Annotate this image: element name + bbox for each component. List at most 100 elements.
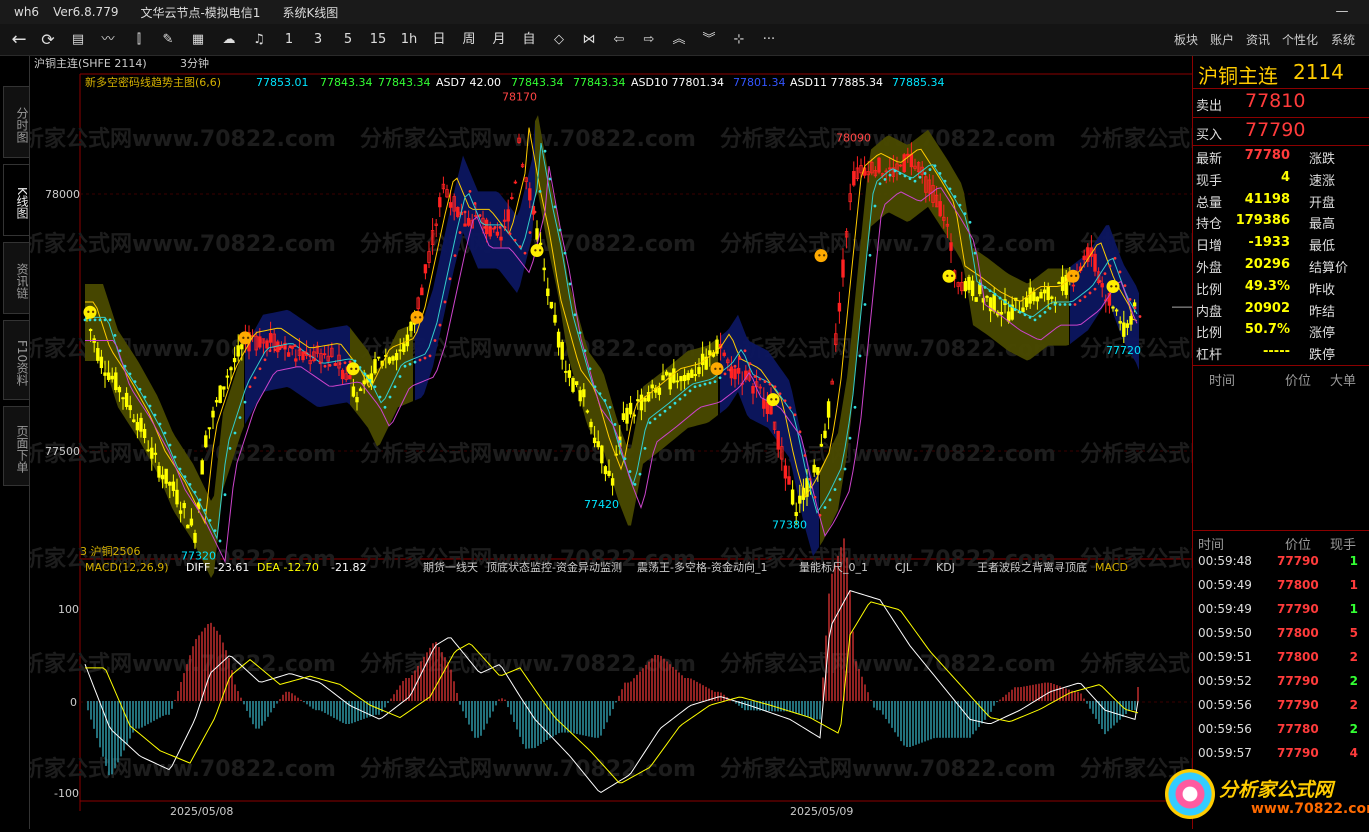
trade-header-big: 大单: [1330, 374, 1357, 389]
macd-tool-6[interactable]: 王者波段之背离寻顶底: [977, 560, 1087, 574]
buy-price[interactable]: 77790: [1245, 119, 1305, 141]
macd-tool-3[interactable]: 量能标尺_0_1: [799, 560, 868, 574]
period-3m[interactable]: 3: [308, 30, 328, 50]
macd-tool-5[interactable]: KDJ: [936, 561, 955, 574]
down-icon[interactable]: ︾: [698, 30, 720, 50]
tick-header-time: 时间: [1198, 538, 1225, 553]
trend-dot: [948, 187, 952, 191]
indicator-icon[interactable]: ▦: [187, 30, 209, 50]
menu-system[interactable]: 系统: [1331, 31, 1355, 48]
period-custom[interactable]: 自: [518, 30, 540, 50]
period-week[interactable]: 周: [458, 30, 480, 50]
tick-price: 77790: [1277, 674, 1319, 688]
menu-personalize[interactable]: 个性化: [1282, 31, 1318, 48]
tick-time: 00:59:50: [1198, 626, 1252, 640]
cloud-icon[interactable]: ☁: [217, 30, 241, 50]
macd-tool-1[interactable]: 顶底状态监控-资金异动监测: [486, 560, 622, 574]
period-month[interactable]: 月: [488, 30, 510, 50]
tick-time: 00:59:49: [1198, 578, 1252, 592]
macd-axis-neg100: -100: [54, 787, 79, 800]
server-node[interactable]: 文华云节点-模拟电信1: [140, 4, 260, 21]
crosshair-icon[interactable]: ⊹: [728, 30, 750, 50]
trend-dot: [728, 368, 732, 372]
period-5m[interactable]: 5: [338, 30, 358, 50]
period-1h[interactable]: 1h: [398, 30, 420, 50]
candle-body: [610, 478, 615, 486]
stat-label-2: 昨结: [1309, 304, 1336, 320]
macd-tool-4[interactable]: CJL: [895, 561, 913, 574]
macd-tool-7[interactable]: MACD: [1095, 561, 1128, 574]
more-icon[interactable]: ···: [758, 30, 780, 50]
trend-dot: [873, 204, 877, 208]
trend-dot: [853, 405, 857, 409]
candle-body: [1114, 309, 1119, 312]
stat-label-2: 涨停: [1309, 326, 1336, 342]
candle-body: [636, 399, 640, 402]
draw-tool-icon[interactable]: ✎: [157, 30, 179, 50]
candlestick-icon[interactable]: ⫿: [128, 30, 150, 50]
trend-dot: [483, 226, 487, 229]
tab-news-chain[interactable]: 资讯链: [3, 242, 29, 314]
candle-body: [686, 373, 690, 381]
next-icon[interactable]: ⇨: [638, 30, 660, 50]
period-15m[interactable]: 15: [366, 30, 390, 50]
back-arrow-icon[interactable]: ←: [8, 30, 30, 50]
up-icon[interactable]: ︽: [668, 30, 690, 50]
candle-body: [650, 384, 654, 389]
menu-sector[interactable]: 板块: [1174, 31, 1198, 48]
trend-dot: [468, 190, 472, 193]
trend-dot: [1128, 297, 1132, 301]
bell-icon[interactable]: ♫: [248, 30, 270, 50]
watermark-text: 分析家公式网www.70822.com: [720, 441, 1056, 467]
macd-indicator-name[interactable]: MACD(12,26,9): [85, 561, 169, 574]
zoom-out-icon[interactable]: ⋈: [578, 30, 600, 50]
tab-timeshare[interactable]: 分时图: [3, 86, 29, 158]
kline-chart[interactable]: 分析家公式网www.70822.com 分析家公式网www.70822.com 分析…: [0, 56, 1369, 829]
tick-row: 00:59:52 77790 2: [1193, 674, 1369, 698]
tab-order[interactable]: 页面下单: [3, 406, 29, 486]
symbol-label[interactable]: 沪铜主连(SHFE 2114): [34, 56, 147, 70]
menu-news[interactable]: 资讯: [1246, 31, 1270, 48]
candle-body: [1035, 296, 1040, 302]
chart-area[interactable]: 分析家公式网www.70822.com 分析家公式网www.70822.com 分析…: [0, 56, 1369, 829]
sell-price[interactable]: 77810: [1245, 90, 1305, 112]
main-indicator-name[interactable]: 新多空密码线趋势主图(6,6): [85, 75, 221, 89]
candle-body: [96, 348, 100, 361]
candle-body: [124, 392, 129, 407]
candle-body: [546, 288, 550, 297]
candle-body: [1082, 255, 1086, 261]
period-selector[interactable]: 3分钟: [180, 56, 209, 70]
trend-dot: [218, 539, 222, 543]
candle-body: [560, 341, 564, 360]
trend-dot: [193, 490, 197, 494]
trend-dot: [478, 214, 482, 217]
trend-dot: [608, 405, 612, 409]
trend-dot: [883, 178, 887, 181]
watermark-text: 分析家公式网www.70822.com: [360, 756, 696, 782]
refresh-icon[interactable]: ⟳: [37, 30, 59, 50]
macd-tool-2[interactable]: 震荡王-多空格-资金动向_1: [637, 560, 767, 574]
trend-dot: [1123, 284, 1127, 288]
tab-f10[interactable]: F10资料: [3, 320, 29, 400]
prev-icon[interactable]: ⇦: [608, 30, 630, 50]
candle-body: [1050, 296, 1054, 299]
macd-dea: DEA -12.70: [257, 561, 319, 574]
zoom-in-icon[interactable]: ◇: [548, 30, 570, 50]
period-day[interactable]: 日: [428, 30, 450, 50]
list-icon[interactable]: ▤: [67, 30, 89, 50]
candle-body: [157, 465, 161, 478]
macd-tool-0[interactable]: 期货一线天: [423, 560, 478, 574]
trend-dot: [1048, 306, 1052, 310]
tab-kline[interactable]: K线图: [3, 164, 29, 236]
trend-dot: [908, 177, 912, 180]
minimize-icon[interactable]: —: [1330, 2, 1354, 22]
trend-dot: [633, 483, 637, 486]
trend-dot: [663, 409, 667, 413]
menu-account[interactable]: 账户: [1210, 31, 1234, 48]
period-1m[interactable]: 1: [279, 30, 299, 50]
candle-body: [574, 381, 579, 386]
trend-dot: [488, 226, 492, 229]
indicator-value-7: 77885.34: [892, 76, 945, 89]
signal-smiley-face: ••: [945, 272, 954, 281]
line-chart-icon[interactable]: 〰: [97, 30, 119, 50]
